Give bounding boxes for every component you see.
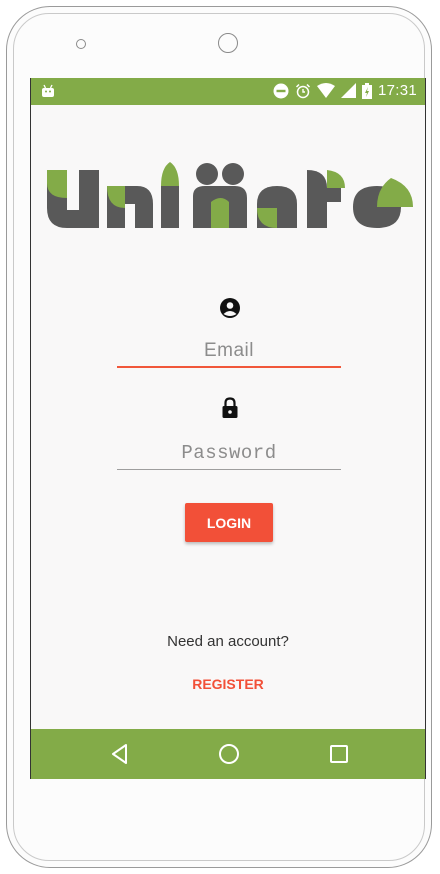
back-icon[interactable] (108, 742, 132, 766)
email-placeholder: Email (203, 340, 254, 361)
home-icon[interactable] (217, 742, 241, 766)
email-underline (117, 366, 341, 368)
battery-charging-icon (361, 82, 372, 99)
need-account-text: Need an account? (167, 633, 289, 650)
speaker-icon (76, 39, 86, 49)
login-button[interactable]: LOGIN (185, 503, 273, 542)
email-field[interactable]: Email (117, 340, 341, 368)
recents-icon[interactable] (327, 742, 351, 766)
android-icon (42, 84, 54, 97)
password-placeholder: Password (181, 442, 277, 464)
password-underline (117, 468, 341, 470)
status-bar: 17:31 (31, 78, 425, 105)
unimate-logo (47, 162, 413, 228)
navigation-bar (31, 729, 425, 779)
password-field[interactable]: Password (117, 442, 341, 470)
status-time: 17:31 (377, 82, 417, 99)
wifi-icon (316, 83, 335, 98)
camera-icon (218, 33, 238, 53)
app-screen: 17:31 Email Password LOGIN Need an accou… (30, 78, 426, 779)
lock-icon (222, 397, 238, 418)
alarm-icon (295, 83, 310, 98)
account-circle-icon (220, 298, 240, 318)
do-not-disturb-icon (273, 83, 289, 98)
signal-icon (340, 83, 356, 98)
register-link[interactable]: REGISTER (31, 676, 425, 692)
